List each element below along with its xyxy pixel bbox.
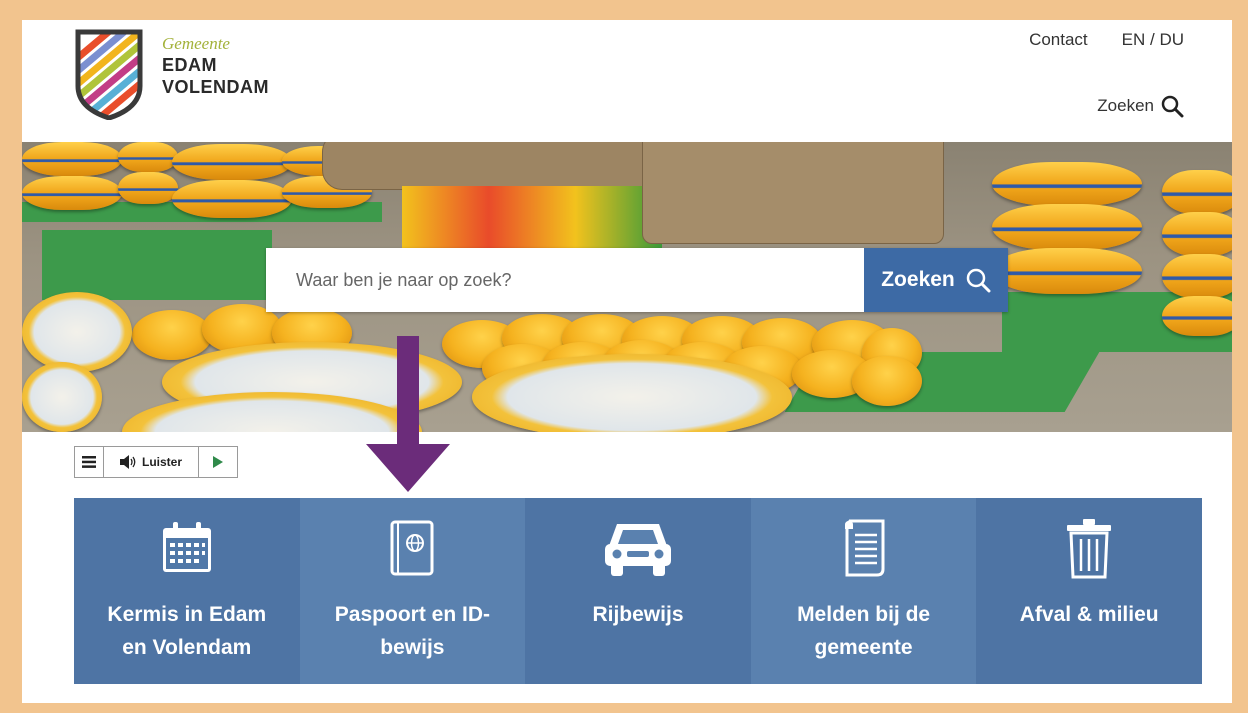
tile-rijbewijs-label: Rijbewijs <box>592 603 684 626</box>
trash-icon <box>1067 519 1112 579</box>
top-tasks: Kermis in Edam en Volendam Paspoort en I… <box>74 498 1202 684</box>
header-search-label: Zoeken <box>1097 96 1154 115</box>
search-icon <box>1161 95 1184 118</box>
hero-search-button-label: Zoeken <box>881 268 955 291</box>
tile-afval-label: Afval & milieu <box>1019 603 1159 626</box>
hero-search-bar: Zoeken <box>266 248 1008 312</box>
municipality-logo-icon[interactable] <box>74 28 144 120</box>
readspeaker-play-button[interactable] <box>199 447 237 477</box>
passport-icon <box>390 520 434 576</box>
menu-icon <box>82 456 96 468</box>
language-switch-link[interactable]: EN / DU <box>1122 30 1184 50</box>
brand-text[interactable]: Gemeente EDAM VOLENDAM <box>162 34 269 98</box>
readspeaker-widget: Luister <box>74 446 238 478</box>
tile-kermis-label: Kermis in Edam en Volendam <box>107 603 267 659</box>
brand-gemeente: Gemeente <box>162 34 230 53</box>
readspeaker-menu-button[interactable] <box>75 447 104 477</box>
tile-afval[interactable]: Afval & milieu <box>976 498 1202 684</box>
header-search-button[interactable]: Zoeken <box>1097 94 1184 118</box>
tile-paspoort-label: Paspoort en ID-bewijs <box>334 603 490 659</box>
annotation-arrow-icon <box>366 336 450 492</box>
readspeaker-listen-label: Luister <box>141 455 182 469</box>
scroll-icon <box>844 519 885 577</box>
play-icon <box>213 456 223 468</box>
hero-search-input[interactable] <box>266 248 864 312</box>
brand-edam: EDAM <box>162 55 217 75</box>
car-icon <box>604 524 671 576</box>
tile-melden-label: Melden bij de gemeente <box>797 603 931 659</box>
page-frame: Gemeente EDAM VOLENDAM Contact EN / DU Z… <box>22 20 1232 703</box>
top-nav: Contact EN / DU <box>1029 30 1184 50</box>
search-icon <box>966 268 991 293</box>
tile-kermis[interactable]: Kermis in Edam en Volendam <box>74 498 300 684</box>
calendar-icon <box>162 522 211 572</box>
hero-image: Zoeken <box>22 142 1232 432</box>
tile-paspoort[interactable]: Paspoort en ID-bewijs <box>299 498 526 684</box>
speaker-icon <box>119 455 136 469</box>
tile-melden[interactable]: Melden bij de gemeente <box>750 498 977 684</box>
tile-rijbewijs[interactable]: Rijbewijs <box>525 498 751 684</box>
brand-volendam: VOLENDAM <box>162 77 269 97</box>
hero-search-button[interactable]: Zoeken <box>864 248 1008 312</box>
contact-link[interactable]: Contact <box>1029 30 1088 50</box>
readspeaker-listen-button[interactable]: Luister <box>104 447 199 477</box>
